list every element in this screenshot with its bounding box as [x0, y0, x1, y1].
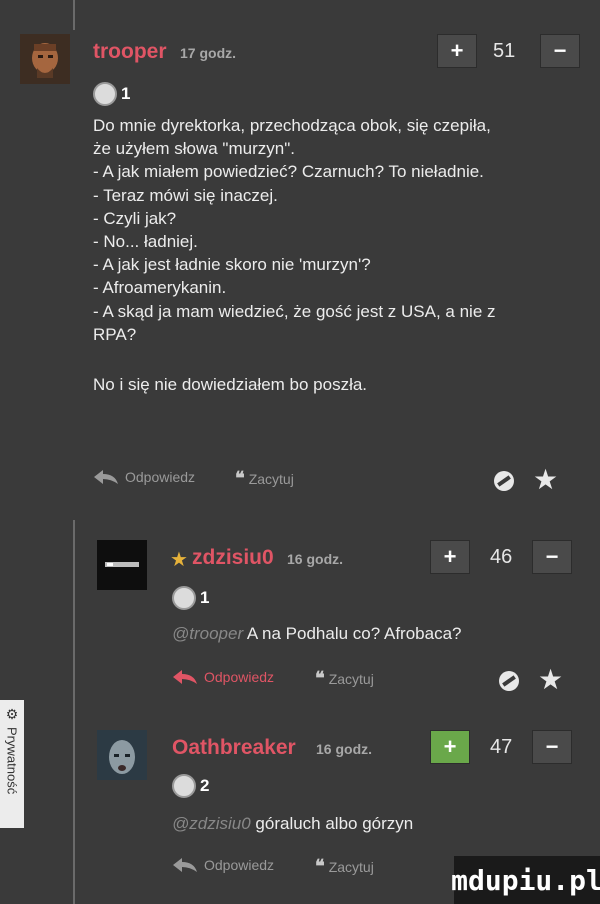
quote-icon: ❝ [235, 468, 245, 488]
vote-score: 51 [493, 40, 516, 62]
reply-arrow-icon [173, 670, 197, 684]
comment-line: No i się nie dowiedziałem bo poszła. [93, 375, 368, 395]
quote-button[interactable]: ❝ Zacytuj [315, 856, 374, 877]
quote-button[interactable]: ❝ Zacytuj [235, 468, 294, 489]
reply-button[interactable]: Odpowiedz [172, 668, 274, 686]
reply-button[interactable]: Odpowiedz [172, 856, 274, 874]
comment-line: - No... ładniej. [93, 232, 198, 252]
comment-line: Do mnie dyrektorka, przechodząca obok, s… [93, 116, 491, 135]
quote-icon: ❝ [315, 856, 325, 876]
mention-link[interactable]: @zdzisiu0 [172, 814, 251, 833]
comment-line: RPA? [93, 324, 137, 344]
vote-score: 46 [490, 546, 513, 568]
vote-down-button[interactable]: − [532, 730, 572, 764]
reply-label: Odpowiedz [204, 669, 275, 685]
comment-text: góraluch albo górzyn [255, 814, 414, 833]
comment-body: Do mnie dyrektorka, przechodząca obok, s… [93, 114, 593, 396]
star-icon[interactable]: ★ [538, 663, 563, 696]
reply-arrow-icon [94, 470, 118, 484]
gear-icon: ⚙ [5, 706, 19, 722]
star-icon: ★ [170, 549, 188, 571]
vote-score: 47 [490, 736, 513, 758]
quote-label: Zacytuj [328, 670, 374, 687]
username[interactable]: Oathbreaker [172, 736, 296, 760]
thread-line-main [73, 520, 75, 904]
reply-label: Odpowiedz [125, 469, 196, 485]
comment-line: - Teraz mówi się inaczej. [93, 185, 278, 205]
mention-link[interactable]: @trooper [172, 624, 243, 643]
avatar[interactable] [20, 34, 70, 84]
comment-body: @zdzisiu0 góraluch albo górzyn [172, 812, 592, 835]
star-icon[interactable]: ★ [533, 463, 558, 496]
badge-count: 1 [200, 588, 210, 607]
reply-button[interactable]: Odpowiedz [93, 468, 195, 486]
comment-time: 16 godz. [287, 551, 344, 567]
vote-up-button[interactable]: + [430, 540, 470, 574]
comment-line: - Afroamerykanin. [93, 278, 227, 298]
badge-icon [172, 774, 196, 798]
no-entry-icon[interactable] [497, 669, 521, 693]
reply-arrow-icon [173, 858, 197, 872]
vote-down-button[interactable]: − [532, 540, 572, 574]
comment-body: @trooper A na Podhalu co? Afrobaca? [172, 622, 592, 645]
site-watermark: mdupiu.pl [451, 856, 600, 904]
comment-line: - A skąd ja mam wiedzieć, że gość jest z… [93, 301, 496, 321]
reply-label: Odpowiedz [204, 857, 275, 873]
privacy-tab-label: Prywatność [4, 727, 20, 795]
quote-label: Zacytuj [248, 470, 294, 487]
badge-count: 2 [200, 776, 210, 795]
privacy-settings-tab[interactable]: ⚙ Prywatność [0, 700, 24, 828]
comment-line: - A jak miałem powiedzieć? Czarnuch? To … [93, 162, 484, 182]
username[interactable]: trooper [93, 40, 167, 64]
username[interactable]: zdzisiu0 [192, 546, 274, 570]
vote-up-button[interactable]: + [437, 34, 477, 68]
avatar[interactable] [97, 730, 147, 780]
comment-time: 16 godz. [316, 741, 373, 757]
comment-line: że użyłem słowa "murzyn". [93, 139, 295, 159]
quote-button[interactable]: ❝ Zacytuj [315, 668, 374, 689]
no-entry-icon[interactable] [492, 469, 516, 493]
comment-text: A na Podhalu co? Afrobaca? [246, 624, 462, 643]
quote-icon: ❝ [315, 668, 325, 688]
comment-line [93, 346, 593, 369]
badge-count: 1 [121, 84, 131, 103]
badge-icon [93, 82, 117, 106]
comment-line: - Czyli jak? [93, 208, 177, 228]
vote-up-button[interactable]: + [430, 730, 470, 764]
avatar[interactable] [97, 540, 147, 590]
badge-icon [172, 586, 196, 610]
vote-down-button[interactable]: − [540, 34, 580, 68]
comment-line: - A jak jest ładnie skoro nie 'murzyn'? [93, 255, 371, 275]
quote-label: Zacytuj [328, 858, 374, 875]
comment-time: 17 godz. [180, 45, 237, 61]
thread-line-top [73, 0, 75, 30]
